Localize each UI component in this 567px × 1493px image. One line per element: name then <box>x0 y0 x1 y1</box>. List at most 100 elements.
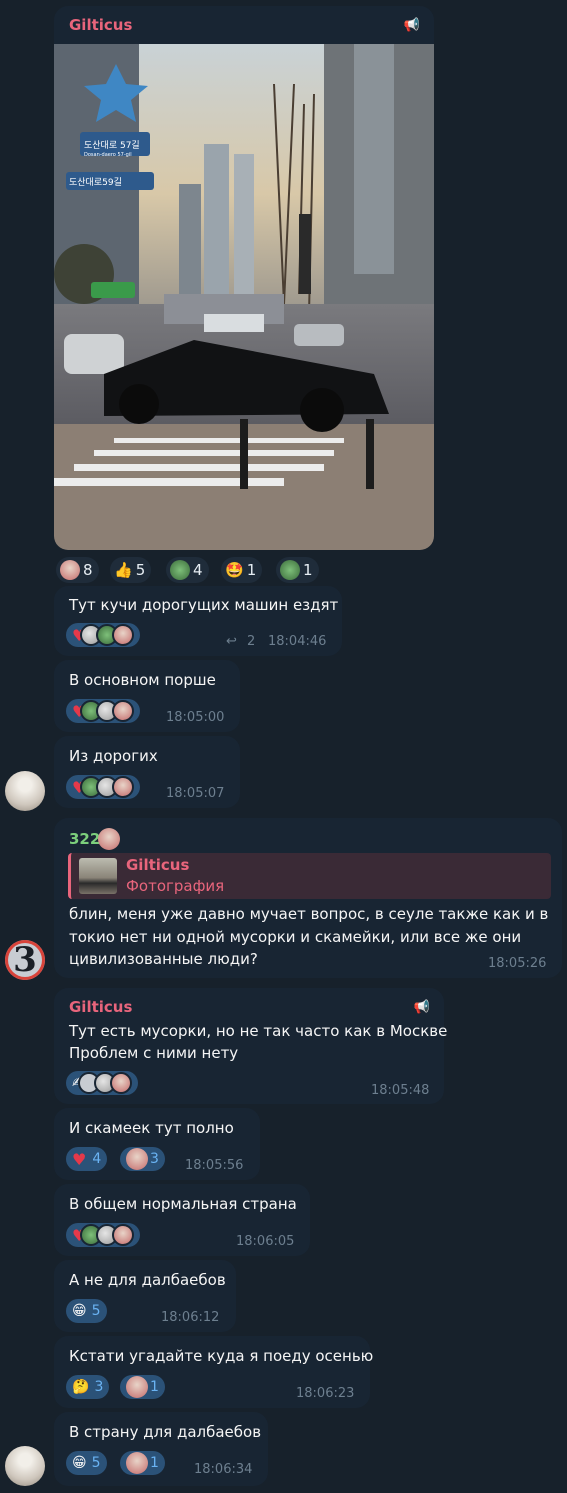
face-sticker-icon <box>60 560 80 580</box>
message-text: В основном порше <box>69 671 216 689</box>
reaction-face-sticker[interactable]: 8 <box>56 557 99 583</box>
thinking-face-icon: 🤔 <box>72 1379 90 1395</box>
avatar <box>109 1072 132 1094</box>
reply-arrow-icon[interactable]: ↩ <box>226 634 237 649</box>
message-bubble: В основном порше ♥ 18:05:00 <box>54 660 240 732</box>
message-text: Кстати угадайте куда я поеду осенью <box>69 1347 374 1365</box>
pepe-sticker-icon <box>170 560 190 580</box>
reaction-heart-group[interactable]: ♥ <box>66 775 141 799</box>
avatar <box>112 624 135 646</box>
grinning-face-icon: 😁 <box>72 1303 87 1319</box>
reaction-thinking[interactable]: 🤔 3 <box>66 1375 110 1399</box>
reaction-count: 5 <box>91 1303 101 1319</box>
message-bubble: Из дорогих ♥ 18:05:07 <box>54 736 240 808</box>
reaction-star-struck[interactable]: 🤩 1 <box>221 557 263 583</box>
channel-megaphone-icon: 📢 <box>413 1000 430 1015</box>
message-bubble: В общем нормальная страна ♥ 18:06:05 <box>54 1184 310 1256</box>
grinning-face-icon: 😁 <box>72 1455 87 1471</box>
reaction-count: 1 <box>150 1379 159 1395</box>
message-time: 18:06:34 <box>194 1462 253 1477</box>
street-sign-1: 도산대로 57길 <box>84 140 140 151</box>
thumbs-up-icon: 👍 <box>114 561 133 579</box>
reaction-grin[interactable]: 😁 5 <box>66 1299 107 1323</box>
reply-thumbnail <box>79 858 117 894</box>
reaction-grin[interactable]: 😁 5 <box>66 1451 107 1475</box>
reaction-heart-group[interactable]: ♥ <box>66 623 141 647</box>
post-bubble: Gilticus 📢 도산대로 57길 Dosan-daero 57-gil 도… <box>54 6 434 550</box>
reaction-face[interactable]: 1 <box>120 1375 165 1399</box>
reaction-face[interactable]: 3 <box>120 1147 165 1171</box>
reaction-count: 8 <box>83 561 93 579</box>
message-text: В страну для далбаебов <box>69 1423 262 1441</box>
avatar <box>112 776 135 798</box>
message-bubble: А не для далбаебов 😁 5 18:06:12 <box>54 1260 236 1332</box>
reaction-count: 3 <box>150 1151 159 1167</box>
message-text: Тут кучи дорогущих машин ездят <box>69 596 339 614</box>
star-struck-icon: 🤩 <box>225 561 244 579</box>
message-text: А не для далбаебов <box>69 1271 226 1289</box>
face-sticker-icon <box>126 1148 148 1170</box>
message-text: В общем нормальная страна <box>69 1195 297 1213</box>
reaction-count: 4 <box>92 1151 102 1167</box>
message-time: 18:05:26 <box>488 956 547 971</box>
message-time: 18:04:46 <box>268 634 327 649</box>
reaction-count: 4 <box>193 561 203 579</box>
reply-preview: Фотография <box>126 877 225 895</box>
pepe-green-icon <box>280 560 300 580</box>
message-bubble: Gilticus 📢 Тут есть мусорки, но не так ч… <box>54 988 448 1104</box>
channel-megaphone-icon: 📢 <box>403 18 420 33</box>
street-sign-small: Dosan-daero 57-gil <box>84 152 132 158</box>
reaction-pepe[interactable]: 4 <box>166 557 209 583</box>
post-photo[interactable]: 도산대로 57길 Dosan-daero 57-gil 도산대로59길 <box>54 44 434 550</box>
message-time: 18:06:23 <box>296 1386 355 1401</box>
user-avatar[interactable] <box>5 771 45 811</box>
reaction-pepe-green[interactable]: 1 <box>276 557 319 583</box>
reaction-count: 5 <box>135 561 146 579</box>
reaction-writing-group[interactable]: ✍ <box>66 1071 138 1095</box>
sender-badge-avatar <box>98 828 120 850</box>
message-bubble: Тут кучи дорогущих машин ездят ♥ ↩ 2 18:… <box>54 586 342 656</box>
reaction-heart[interactable]: ♥ 4 <box>66 1147 108 1171</box>
reaction-count: 1 <box>246 561 257 579</box>
reaction-face[interactable]: 1 <box>120 1451 165 1475</box>
message-time: 18:06:12 <box>161 1310 220 1325</box>
message-text-line: цивилизованные люди? <box>69 950 258 968</box>
message-bubble: Кстати угадайте куда я поеду осенью 🤔 3 … <box>54 1336 374 1408</box>
message-time: 18:05:07 <box>166 786 225 801</box>
message-text-line: Проблем с ними нету <box>69 1044 239 1062</box>
avatar <box>112 700 135 722</box>
message-text-line: токио нет ни одной мусорки и скамейки, и… <box>69 928 522 946</box>
reaction-heart-group[interactable]: ♥ <box>66 1223 141 1247</box>
reply-quote[interactable]: Gilticus Фотография <box>68 853 551 899</box>
user-avatar[interactable] <box>5 1446 45 1486</box>
reaction-count: 3 <box>94 1379 104 1395</box>
message-time: 18:05:00 <box>166 710 225 725</box>
message-author[interactable]: Gilticus <box>69 998 132 1016</box>
avatar-letter: 3 <box>13 940 37 980</box>
message-bubble: 322 Gilticus Фотография блин, меня уже д… <box>54 818 562 978</box>
message-text: И скамеек тут полно <box>69 1119 234 1137</box>
reaction-count: 1 <box>150 1455 159 1471</box>
message-time: 18:05:56 <box>185 1158 244 1173</box>
post-author[interactable]: Gilticus <box>69 16 132 34</box>
street-sign-2: 도산대로59길 <box>69 177 122 188</box>
reaction-thumbs-up[interactable]: 👍 5 <box>110 557 152 583</box>
face-sticker-icon <box>126 1452 148 1474</box>
reply-count[interactable]: 2 <box>247 634 255 649</box>
avatar-322[interactable]: 3 <box>5 940 45 980</box>
message-bubble: И скамеек тут полно ♥ 4 3 18:05:56 <box>54 1108 260 1180</box>
message-text-line: Тут есть мусорки, но не так часто как в … <box>69 1022 448 1040</box>
reaction-count: 5 <box>91 1455 101 1471</box>
message-bubble: В страну для далбаебов 😁 5 1 18:06:34 <box>54 1412 268 1486</box>
message-text: Из дорогих <box>69 747 158 765</box>
face-sticker-icon <box>126 1376 148 1398</box>
reply-author: Gilticus <box>126 856 190 874</box>
reaction-count: 1 <box>303 561 313 579</box>
reaction-heart-group[interactable]: ♥ <box>66 699 141 723</box>
message-time: 18:06:05 <box>236 1234 295 1249</box>
sender-name[interactable]: 322 <box>69 830 100 848</box>
message-text-line: блин, меня уже давно мучает вопрос, в се… <box>69 905 549 923</box>
message-time: 18:05:48 <box>371 1083 430 1098</box>
heart-icon: ♥ <box>72 1149 87 1169</box>
avatar <box>112 1224 135 1246</box>
